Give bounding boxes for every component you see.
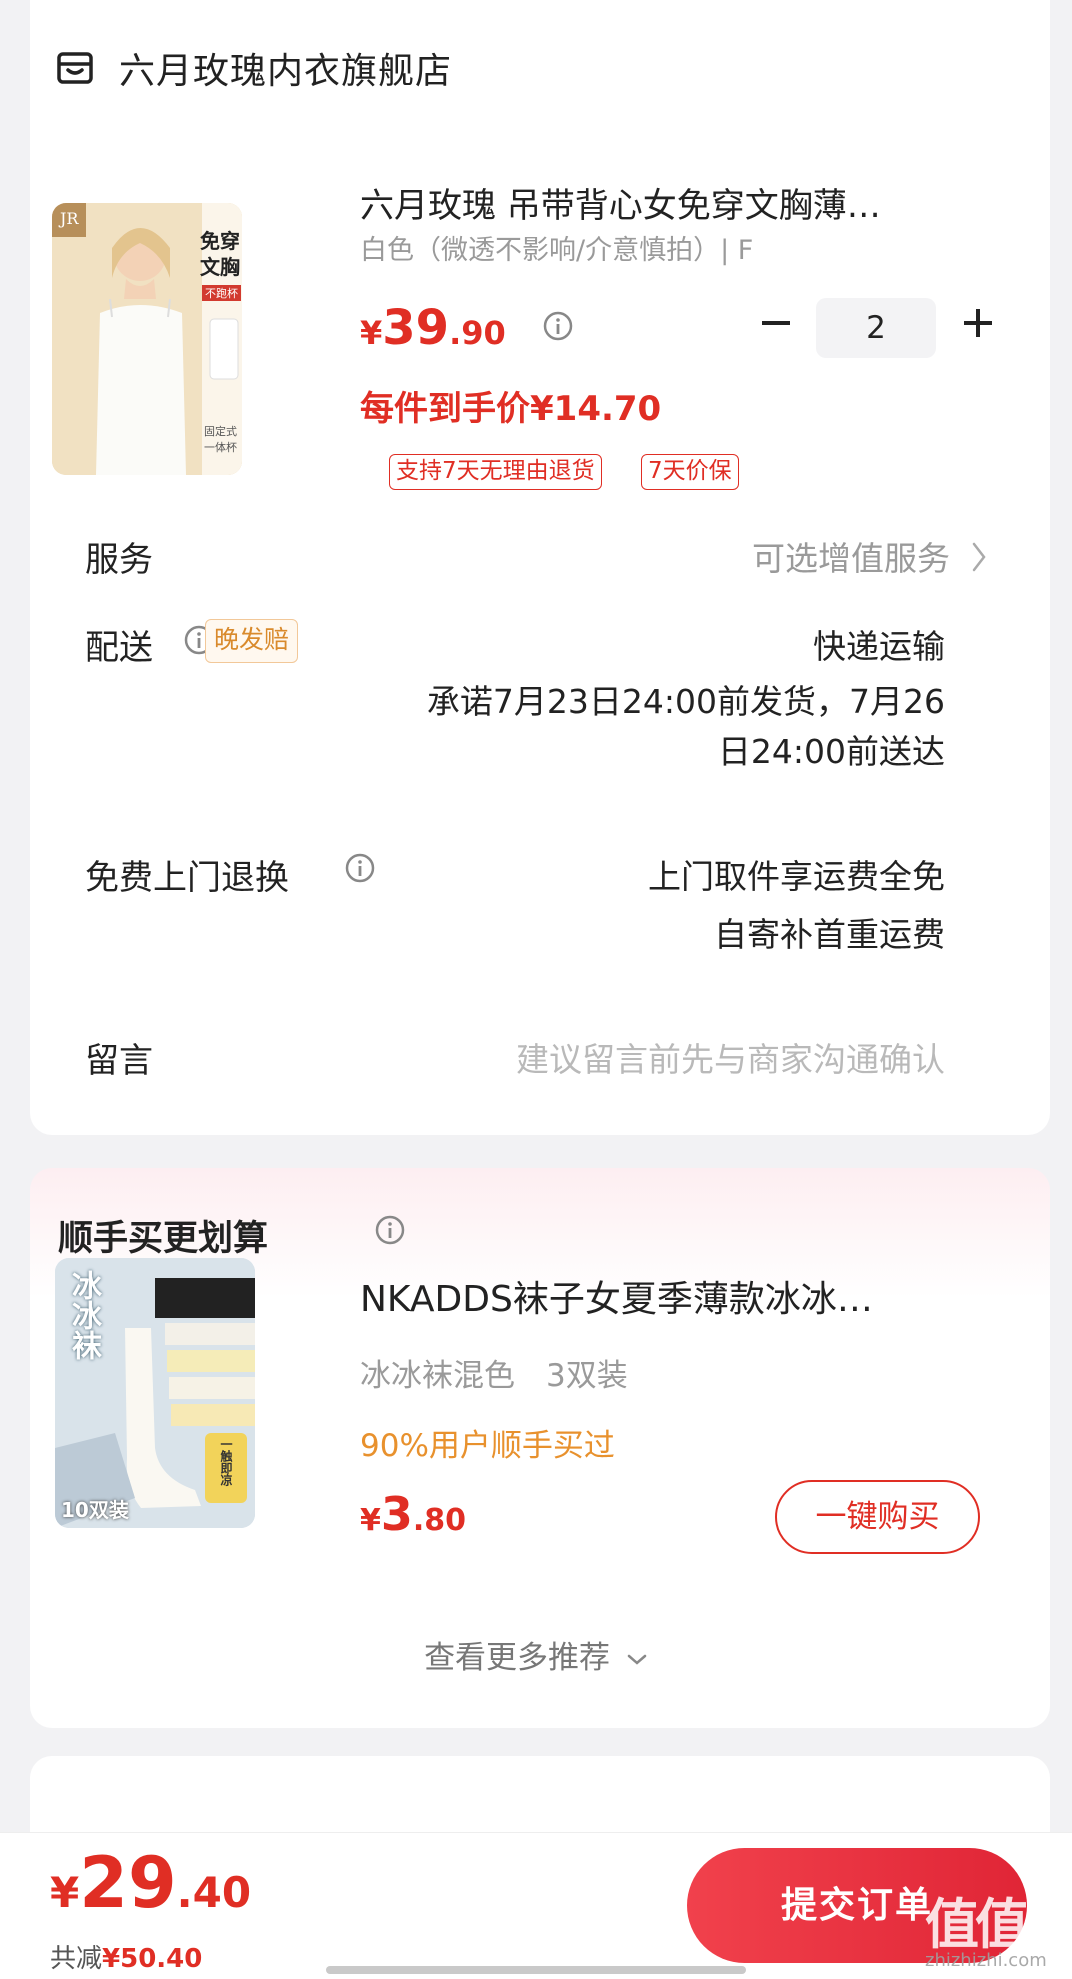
product-image-brand: JR — [60, 209, 79, 228]
chevron-right-icon[interactable] — [970, 540, 988, 574]
total-decimal: .40 — [176, 1868, 252, 1917]
one-click-buy-button[interactable]: 一键购买 — [775, 1480, 980, 1554]
delivery-promise-line2: 日24:00前送达 — [717, 732, 945, 771]
price-info-icon[interactable] — [542, 310, 574, 342]
price-decimal: .90 — [449, 314, 506, 352]
recommend-item-price: ¥3.80 — [360, 1487, 466, 1541]
late-compensation-badge: 晚发赔 — [205, 619, 299, 663]
free-return-label: 免费上门退换 — [85, 858, 289, 898]
more-recommend-link[interactable]: 查看更多推荐 — [0, 1632, 1072, 1677]
home-indicator[interactable] — [326, 1966, 746, 1974]
quantity-input[interactable]: 2 — [816, 298, 936, 358]
rec-price-decimal: .80 — [412, 1503, 467, 1538]
message-label: 留言 — [85, 1041, 153, 1081]
quantity-minus-button[interactable] — [756, 303, 796, 343]
price-integer: 39 — [382, 300, 450, 356]
total-currency: ¥ — [50, 1868, 80, 1917]
more-recommend-label: 查看更多推荐 — [424, 1640, 611, 1676]
recommend-item-spec: 冰冰袜混色 3双装 — [360, 1358, 628, 1394]
quantity-plus-button[interactable] — [958, 303, 998, 343]
delivery-label: 配送 — [85, 628, 153, 668]
recommend-info-icon[interactable] — [374, 1214, 406, 1246]
saved-amount[interactable]: 共减¥50.40 — [50, 1938, 202, 1975]
total-price: ¥29.40 — [50, 1842, 251, 1924]
unit-price: 每件到手价¥14.70 — [360, 389, 662, 429]
rec-price-integer: 3 — [380, 1487, 413, 1541]
store-icon — [57, 52, 93, 84]
product-image-headline-2: 文胸 — [200, 255, 240, 279]
store-name: 六月玫瑰内衣旗舰店 — [119, 51, 453, 92]
delivery-method[interactable]: 快递运输 — [560, 620, 945, 668]
saved-prefix: 共减 — [50, 1944, 103, 1974]
store-header[interactable]: 六月玫瑰内衣旗舰店 — [55, 38, 452, 98]
product-image-caption-1: 固定式 — [204, 425, 237, 438]
free-return-info-icon[interactable] — [344, 852, 376, 884]
product-image-badge: 不跑杯 — [202, 285, 241, 301]
return-policy-tag: 支持7天无理由退货 — [389, 454, 602, 490]
free-return-line1: 上门取件享运费全免 — [648, 857, 945, 896]
recommend-image-title: 冰冰袜 — [66, 1270, 101, 1360]
service-label: 服务 — [85, 540, 153, 580]
saved-value: ¥50.40 — [102, 1944, 203, 1974]
product-image[interactable]: JR 免穿 文胸 不跑杯 固定式 一体杯 — [52, 203, 242, 475]
product-title[interactable]: 六月玫瑰 吊带背心女免穿文胸薄… — [360, 178, 960, 227]
recommend-item-image[interactable]: 冰冰袜 10双装 一触即凉 — [55, 1258, 255, 1528]
service-value[interactable]: 可选增值服务 — [600, 532, 950, 580]
recommend-image-side: 一触即凉 — [219, 1438, 233, 1486]
price-currency: ¥ — [360, 314, 383, 352]
delivery-promise-line1: 承诺7月23日24:00前发货，7月26 — [426, 682, 945, 721]
recommend-item-name[interactable]: NKADDS袜子女夏季薄款冰冰… — [360, 1270, 980, 1322]
product-price: ¥39.90 — [360, 300, 506, 356]
recommend-title: 顺手买更划算 — [58, 1219, 269, 1259]
free-return-line2: 自寄补首重运费 — [714, 915, 945, 954]
watermark-url: zhizhizhi.com — [925, 1950, 1047, 1971]
chevron-down-icon — [627, 1654, 647, 1665]
recommend-bought-stat: 90%用户顺手买过 — [360, 1428, 615, 1464]
rec-price-currency: ¥ — [360, 1503, 381, 1538]
price-protect-tag: 7天价保 — [641, 454, 739, 490]
product-image-headline-1: 免穿 — [200, 229, 240, 253]
recommend-image-pack: 10双装 — [61, 1498, 129, 1522]
product-image-caption-2: 一体杯 — [204, 441, 237, 454]
total-integer: 29 — [79, 1842, 177, 1924]
product-spec[interactable]: 白色（微透不影响/介意慎拍）| F — [360, 228, 960, 267]
message-input[interactable]: 建议留言前先与商家沟通确认 — [380, 1033, 945, 1081]
